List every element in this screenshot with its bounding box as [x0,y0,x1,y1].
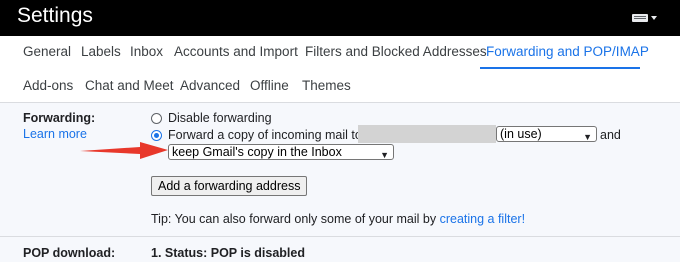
redacted-email-address [358,125,496,143]
top-bar: Settings [0,0,680,36]
tab-chat-and-meet[interactable]: Chat and Meet [85,78,174,93]
disable-forwarding-label: Disable forwarding [168,111,272,125]
chevron-down-icon: ▼ [380,150,389,160]
forwarding-action-value: keep Gmail's copy in the Inbox [172,145,342,159]
tab-general[interactable]: General [23,44,71,59]
forward-copy-label: Forward a copy of incoming mail to [168,128,362,142]
active-tab-indicator [480,67,640,69]
tab-add-ons[interactable]: Add-ons [23,78,73,93]
tab-filters-and-blocked-addresses[interactable]: Filters and Blocked Addresses [305,44,487,59]
tip-text: Tip: You can also forward only some of y… [151,212,525,226]
forwarding-address-status: (in use) [500,127,542,141]
add-forwarding-address-button[interactable]: Add a forwarding address [151,176,308,196]
learn-more-link[interactable]: Learn more [23,127,87,141]
tab-offline[interactable]: Offline [250,78,289,93]
tab-advanced[interactable]: Advanced [180,78,240,93]
section-divider [0,236,680,237]
disable-forwarding-radio[interactable] [151,113,162,124]
chevron-down-icon: ▼ [583,132,592,142]
pop-status: 1. Status: POP is disabled [151,246,305,260]
creating-filter-link[interactable]: creating a filter! [440,212,525,226]
tip-prefix: Tip: You can also forward only some of y… [151,212,437,226]
forwarding-action-select[interactable]: keep Gmail's copy in the Inbox ▼ [168,144,394,160]
tab-forwarding-and-pop-imap[interactable]: Forwarding and POP/IMAP [486,44,649,59]
chevron-down-icon[interactable] [651,16,657,20]
tab-inbox[interactable]: Inbox [130,44,163,59]
forwarding-label: Forwarding: [23,111,96,125]
pop-download-label: POP download: [23,246,116,260]
keyboard-icon[interactable] [632,14,648,22]
annotation-arrow-icon [80,142,168,159]
forwarding-address-select[interactable]: (in use) ▼ [496,126,597,142]
and-label: and [600,128,621,142]
page-title: Settings [17,4,93,27]
settings-tabs: General Labels Inbox Accounts and Import… [0,36,680,102]
tab-themes[interactable]: Themes [302,78,351,93]
tab-labels[interactable]: Labels [81,44,121,59]
tab-accounts-and-import[interactable]: Accounts and Import [174,44,298,59]
